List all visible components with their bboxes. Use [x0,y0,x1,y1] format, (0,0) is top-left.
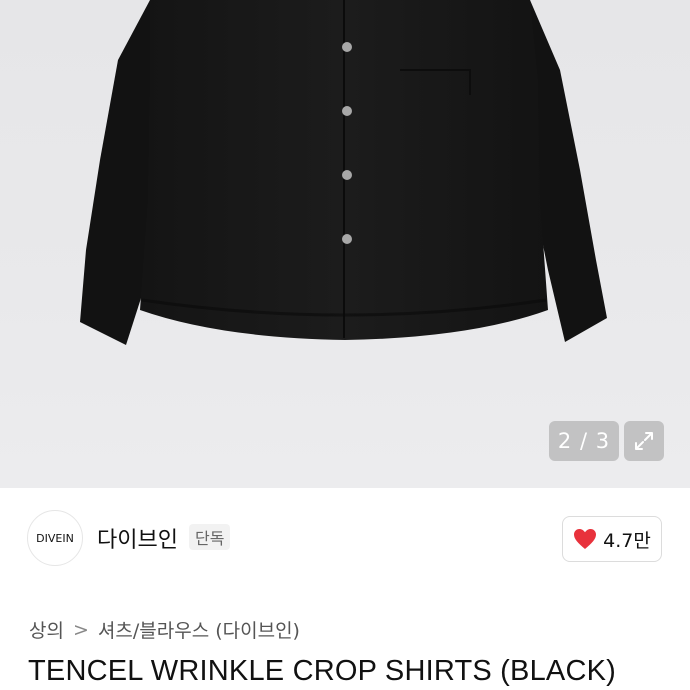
brand-name[interactable]: 다이브인 [97,522,178,554]
product-image [80,0,607,345]
heart-icon [574,529,597,549]
expand-button[interactable] [624,421,664,461]
breadcrumb-separator-icon: > [72,618,89,641]
product-image-gallery[interactable]: 2 / 3 [0,0,690,488]
breadcrumb-subcategory[interactable]: 셔츠/블라우스 (다이브인) [98,616,300,643]
breadcrumb: 상의 > 셔츠/블라우스 (다이브인) [29,616,300,643]
like-button[interactable]: 4.7만 [562,516,662,562]
like-count: 4.7만 [603,529,651,552]
exclusive-badge: 단독 [189,524,231,550]
brand-logo[interactable]: DIVEIN [27,510,83,566]
breadcrumb-category[interactable]: 상의 [29,616,64,643]
brand-row: DIVEIN 다이브인 단독 4.7만 [0,488,690,588]
expand-icon [635,432,653,450]
product-title: TENCEL WRINKLE CROP SHIRTS (BLACK) [28,655,616,687]
image-counter: 2 / 3 [549,421,619,461]
